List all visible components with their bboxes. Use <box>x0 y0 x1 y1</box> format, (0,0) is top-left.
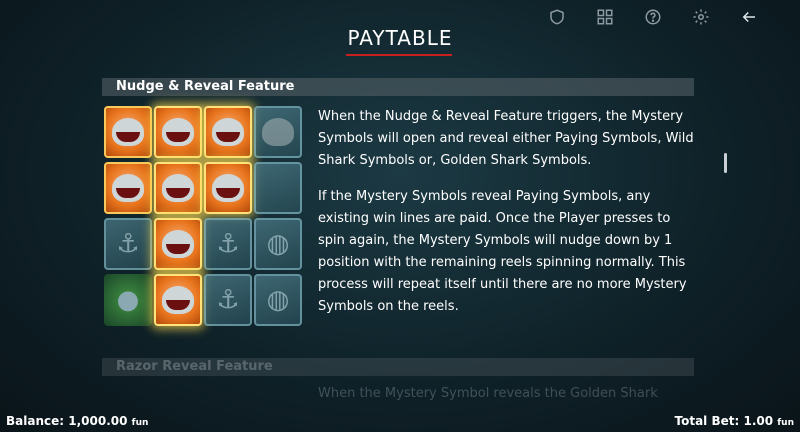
bet-unit: fun <box>777 418 794 428</box>
anchor-symbol: ⚓ <box>204 274 252 326</box>
anchor-icon: ⚓ <box>116 229 140 259</box>
shark-symbol-dimmed <box>254 106 302 158</box>
scrollbar-thumb[interactable] <box>724 153 727 173</box>
shark-symbol <box>154 274 202 326</box>
mystery-symbol-dimmed <box>254 162 302 214</box>
anchor-symbol: ⚓ <box>104 218 152 270</box>
helmet-icon: ◍ <box>266 229 290 259</box>
shark-symbol <box>204 106 252 158</box>
shark-symbol <box>104 106 152 158</box>
description-paragraph: When the Nudge & Reveal Feature triggers… <box>318 109 694 168</box>
title-underline <box>346 54 452 56</box>
description-paragraph-faded: When the Mystery Symbol reveals the Gold… <box>318 386 658 401</box>
balance-value: 1,000.00 <box>68 414 128 428</box>
shark-symbol <box>204 162 252 214</box>
fish-icon: ● <box>116 285 140 315</box>
anchor-icon: ⚓ <box>216 229 240 259</box>
shield-icon[interactable] <box>546 6 568 28</box>
top-toolbar <box>546 6 760 28</box>
bet-value: 1.00 <box>743 414 774 428</box>
feature-illustration-grid: ⚓ ⚓ ◍ ● ⚓ ◍ <box>104 106 302 326</box>
description-paragraph: If the Mystery Symbols reveal Paying Sym… <box>318 189 687 314</box>
balance-display: Balance: 1,000.00 fun <box>6 414 148 428</box>
diving-helmet-symbol: ◍ <box>254 274 302 326</box>
anchor-icon: ⚓ <box>216 285 240 315</box>
helmet-icon: ◍ <box>266 285 290 315</box>
page-title: PAYTABLE <box>347 26 453 50</box>
total-bet-display: Total Bet: 1.00 fun <box>675 414 795 428</box>
shark-symbol <box>154 162 202 214</box>
back-arrow-icon[interactable] <box>738 6 760 28</box>
balance-label: Balance: <box>6 414 65 428</box>
diving-helmet-symbol: ◍ <box>254 218 302 270</box>
shark-symbol <box>154 106 202 158</box>
fish-symbol: ● <box>104 274 152 326</box>
help-icon[interactable] <box>642 6 664 28</box>
anchor-symbol: ⚓ <box>204 218 252 270</box>
shark-symbol <box>154 218 202 270</box>
balance-unit: fun <box>131 418 149 428</box>
shark-symbol <box>104 162 152 214</box>
section-header-razor-reveal: Razor Reveal Feature <box>102 358 694 376</box>
grid-icon[interactable] <box>594 6 616 28</box>
settings-icon[interactable] <box>690 6 712 28</box>
bet-label: Total Bet: <box>674 414 740 428</box>
section-header-nudge-reveal: Nudge & Reveal Feature <box>102 78 694 96</box>
feature-description: When the Nudge & Reveal Feature triggers… <box>318 106 698 332</box>
